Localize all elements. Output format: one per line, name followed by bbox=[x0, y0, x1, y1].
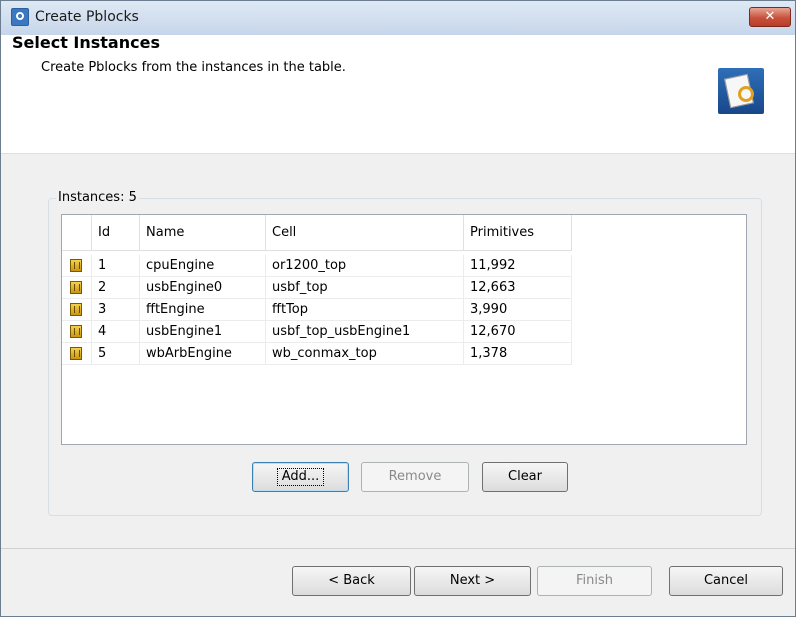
row-id: 5 bbox=[92, 343, 140, 365]
column-header-primitives[interactable]: Primitives bbox=[464, 215, 572, 251]
row-cell: or1200_top bbox=[266, 255, 464, 277]
page-title: Select Instances bbox=[12, 33, 160, 52]
window-title: Create Pblocks bbox=[35, 9, 139, 25]
row-cell: fftTop bbox=[266, 299, 464, 321]
instance-icon bbox=[70, 347, 82, 360]
row-name: fftEngine bbox=[140, 299, 266, 321]
column-header-icon[interactable] bbox=[62, 215, 92, 251]
instance-icon bbox=[70, 259, 82, 272]
row-primitives: 3,990 bbox=[464, 299, 572, 321]
remove-button[interactable]: Remove bbox=[361, 462, 469, 492]
magnifier-icon bbox=[738, 86, 754, 102]
column-header-cell[interactable]: Cell bbox=[266, 215, 464, 251]
row-primitives: 11,992 bbox=[464, 255, 572, 277]
title-bar: Create Pblocks ✕ bbox=[1, 1, 795, 35]
row-primitives: 12,663 bbox=[464, 277, 572, 299]
instance-icon bbox=[70, 325, 82, 338]
create-pblocks-dialog: Create Pblocks ✕ Select Instances Create… bbox=[0, 0, 796, 617]
page-subtitle: Create Pblocks from the instances in the… bbox=[41, 60, 346, 75]
instance-icon bbox=[70, 303, 82, 316]
pblock-wizard-icon bbox=[718, 68, 764, 114]
cancel-button[interactable]: Cancel bbox=[669, 566, 783, 596]
row-name: usbEngine0 bbox=[140, 277, 266, 299]
row-name: wbArbEngine bbox=[140, 343, 266, 365]
row-id: 4 bbox=[92, 321, 140, 343]
wizard-header: Select Instances Create Pblocks from the… bbox=[1, 33, 795, 154]
row-cell: wb_conmax_top bbox=[266, 343, 464, 365]
row-name: cpuEngine bbox=[140, 255, 266, 277]
footer-divider bbox=[1, 548, 795, 549]
add-button[interactable]: Add... bbox=[252, 462, 349, 492]
row-cell: usbf_top_usbEngine1 bbox=[266, 321, 464, 343]
row-primitives: 12,670 bbox=[464, 321, 572, 343]
column-header-id[interactable]: Id bbox=[92, 215, 140, 251]
instances-count-label: Instances: 5 bbox=[56, 190, 139, 205]
clear-button[interactable]: Clear bbox=[482, 462, 568, 492]
next-button[interactable]: Next > bbox=[414, 566, 531, 596]
vivado-logo-icon bbox=[11, 8, 29, 26]
row-id: 3 bbox=[92, 299, 140, 321]
close-button[interactable]: ✕ bbox=[749, 7, 791, 27]
instances-table[interactable]: Id Name Cell Primitives 1 cpuEngine or12… bbox=[61, 214, 747, 445]
instance-icon bbox=[70, 281, 82, 294]
row-id: 2 bbox=[92, 277, 140, 299]
column-header-name[interactable]: Name bbox=[140, 215, 266, 251]
back-button[interactable]: < Back bbox=[292, 566, 411, 596]
close-icon: ✕ bbox=[764, 9, 776, 24]
row-primitives: 1,378 bbox=[464, 343, 572, 365]
row-name: usbEngine1 bbox=[140, 321, 266, 343]
row-cell: usbf_top bbox=[266, 277, 464, 299]
finish-button[interactable]: Finish bbox=[537, 566, 652, 596]
row-id: 1 bbox=[92, 255, 140, 277]
